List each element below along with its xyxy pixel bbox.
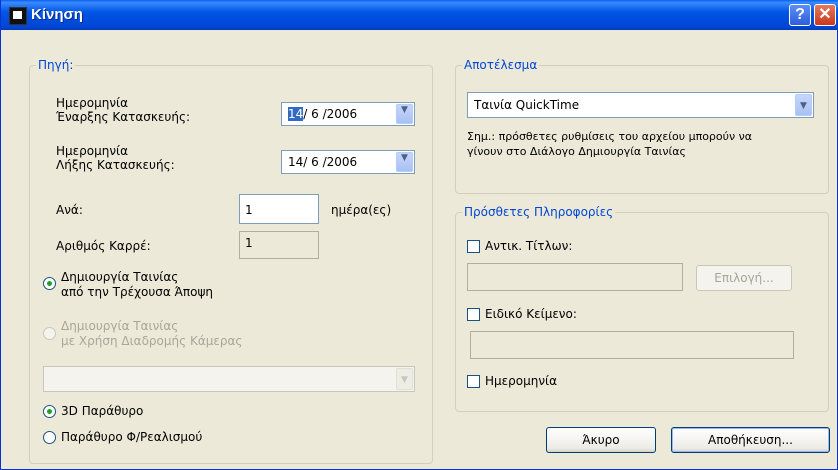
frames-field: 1: [239, 231, 319, 259]
end-date-picker[interactable]: 14/ 6 /2006 ▼: [281, 150, 415, 174]
close-button[interactable]: ✕: [814, 4, 836, 26]
camera-path-label-2: με Χρήση Διαδρομής Κάμερας: [61, 334, 243, 348]
app-icon: [9, 7, 27, 25]
current-view-label-2[interactable]: από την Τρέχουσα Άποψη: [61, 285, 213, 299]
end-date-label-2: Λήξης Κατασκευής:: [56, 158, 175, 172]
frames-value: 1: [245, 236, 253, 250]
custom-text-label[interactable]: Ειδικό Κείμενο:: [485, 307, 577, 321]
date-label[interactable]: Ημερομηνία: [485, 374, 557, 388]
start-date-value: 14/ 6 /2006: [288, 107, 357, 121]
current-view-label-1[interactable]: Δημιουργία Ταινίας: [61, 270, 178, 284]
camera-path-select: ▼: [43, 366, 415, 392]
result-note-1: Σημ.: πρόσθετες ρυθμίσεις του αρχείου μπ…: [467, 130, 753, 143]
chevron-down-icon: ▼: [396, 368, 413, 390]
format-value: Ταινία QuickTime: [474, 98, 580, 112]
result-legend: Αποτέλεσμα: [464, 58, 538, 72]
source-legend: Πηγή:: [38, 58, 74, 72]
every-input[interactable]: 1: [239, 194, 319, 224]
custom-text-field: [470, 331, 794, 359]
custom-text-checkbox[interactable]: [467, 308, 480, 321]
start-date-label-1: Ημερομηνία: [56, 96, 129, 110]
titles-label[interactable]: Αντικ. Τίτλων:: [485, 239, 572, 253]
camera-path-radio: [43, 327, 56, 340]
every-unit: ημέρα(ες): [331, 203, 392, 217]
cancel-button[interactable]: Άκυρο: [546, 427, 656, 453]
format-select[interactable]: Ταινία QuickTime ▼: [467, 92, 814, 118]
every-label: Ανά:: [56, 203, 83, 217]
window-title: Κίνηση: [31, 6, 83, 23]
start-date-label-2: Έναρξης Κατασκευής:: [56, 110, 191, 124]
result-note-2: γίνουν στο Διάλογο Δημιουργία Ταινίας: [467, 145, 686, 158]
chevron-down-icon[interactable]: ▼: [396, 152, 413, 172]
every-value: 1: [245, 203, 253, 217]
3d-window-label[interactable]: 3D Παράθυρο: [61, 404, 143, 418]
frames-label: Αριθμός Καρρέ:: [56, 239, 151, 253]
photo-window-radio[interactable]: [43, 431, 56, 444]
help-button[interactable]: ?: [789, 4, 811, 26]
chevron-down-icon[interactable]: ▼: [795, 94, 812, 116]
start-date-picker[interactable]: 14/ 6 /2006 ▼: [281, 102, 415, 126]
movie-dialog: Κίνηση ? ✕ Πηγή: Ημερομηνία Έναρξης Κατα…: [0, 0, 838, 470]
camera-path-label-1: Δημιουργία Ταινίας: [61, 319, 179, 333]
title-bar: Κίνηση ? ✕: [1, 0, 838, 30]
start-date-rest: / 6 /2006: [303, 107, 358, 121]
end-date-label-1: Ημερομηνία: [56, 144, 129, 158]
3d-window-radio[interactable]: [43, 405, 56, 418]
chevron-down-icon[interactable]: ▼: [396, 104, 413, 124]
result-group: Αποτέλεσμα: [455, 58, 829, 194]
titles-checkbox[interactable]: [467, 240, 480, 253]
start-date-day: 14: [288, 107, 304, 121]
date-checkbox[interactable]: [467, 375, 480, 388]
extra-info-legend: Πρόσθετες Πληροφορίες: [464, 205, 614, 219]
photo-window-label[interactable]: Παράθυρο Φ/Ρεαλισμού: [61, 430, 202, 444]
titles-field: [467, 263, 683, 291]
select-button: Επιλογή...: [696, 265, 792, 291]
save-button[interactable]: Αποθήκευση...: [671, 427, 830, 453]
current-view-radio[interactable]: [43, 277, 56, 290]
end-date-value: 14/ 6 /2006: [288, 155, 358, 169]
